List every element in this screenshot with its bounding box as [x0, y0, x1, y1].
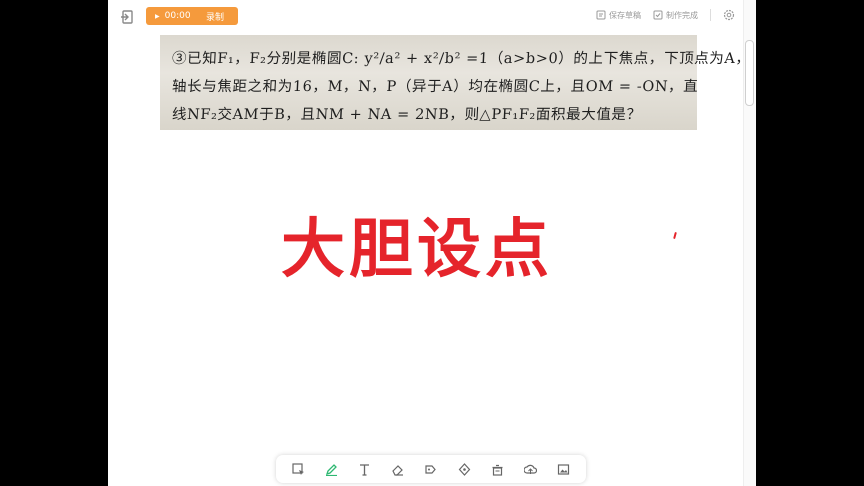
shape-icon[interactable] [519, 458, 541, 480]
image-icon[interactable] [552, 458, 574, 480]
play-icon: ▶ [155, 12, 160, 20]
exit-icon[interactable] [120, 9, 136, 25]
problem-photo[interactable]: ③已知F₁，F₂分别是椭圆C: y²/a² + x²/b² =1（a>b>0）的… [160, 35, 756, 130]
record-button[interactable]: ▶ 00:00 录制 [146, 7, 238, 25]
drawing-toolbar [276, 455, 586, 483]
divider [710, 9, 711, 21]
pen-icon[interactable] [321, 458, 343, 480]
scrollbar-thumb[interactable] [745, 40, 754, 106]
whiteboard-canvas[interactable]: ▶ 00:00 录制 保存草稿 制作完成 ③已知F₁，F₂分别是椭圆C: y²/… [108, 0, 756, 486]
finish-button[interactable]: 制作完成 [653, 10, 698, 21]
record-label: 录制 [205, 12, 224, 23]
problem-line: 轴长与焦距之和为16，M，N，P（异于A）均在椭圆C上，且OM = ‑ON，直 [171, 79, 699, 95]
record-timer: 00:00 [164, 11, 191, 21]
select-icon[interactable] [288, 458, 310, 480]
text-icon[interactable] [354, 458, 376, 480]
check-icon [653, 10, 663, 20]
scrollbar[interactable] [743, 0, 756, 486]
finish-label: 制作完成 [666, 10, 698, 20]
top-actions: 保存草稿 制作完成 [584, 9, 738, 21]
handwritten-headline: 大胆设点 [281, 213, 553, 287]
pen-stroke [673, 231, 677, 240]
laser-icon[interactable] [453, 458, 475, 480]
highlighter-icon[interactable] [420, 458, 442, 480]
clear-icon[interactable] [486, 458, 508, 480]
problem-line: ③已知F₁，F₂分别是椭圆C: y²/a² + x²/b² =1（a>b>0）的… [171, 51, 756, 67]
problem-line: 线NF₂交AM于B，且NM + NA = 2NB，则△PF₁F₂面积最大值是？ [171, 107, 643, 123]
eraser-icon[interactable] [387, 458, 409, 480]
save-icon [596, 10, 606, 20]
save-draft-button[interactable]: 保存草稿 [596, 10, 641, 21]
settings-button[interactable] [723, 9, 738, 21]
save-draft-label: 保存草稿 [609, 10, 641, 20]
gear-icon [723, 9, 735, 21]
